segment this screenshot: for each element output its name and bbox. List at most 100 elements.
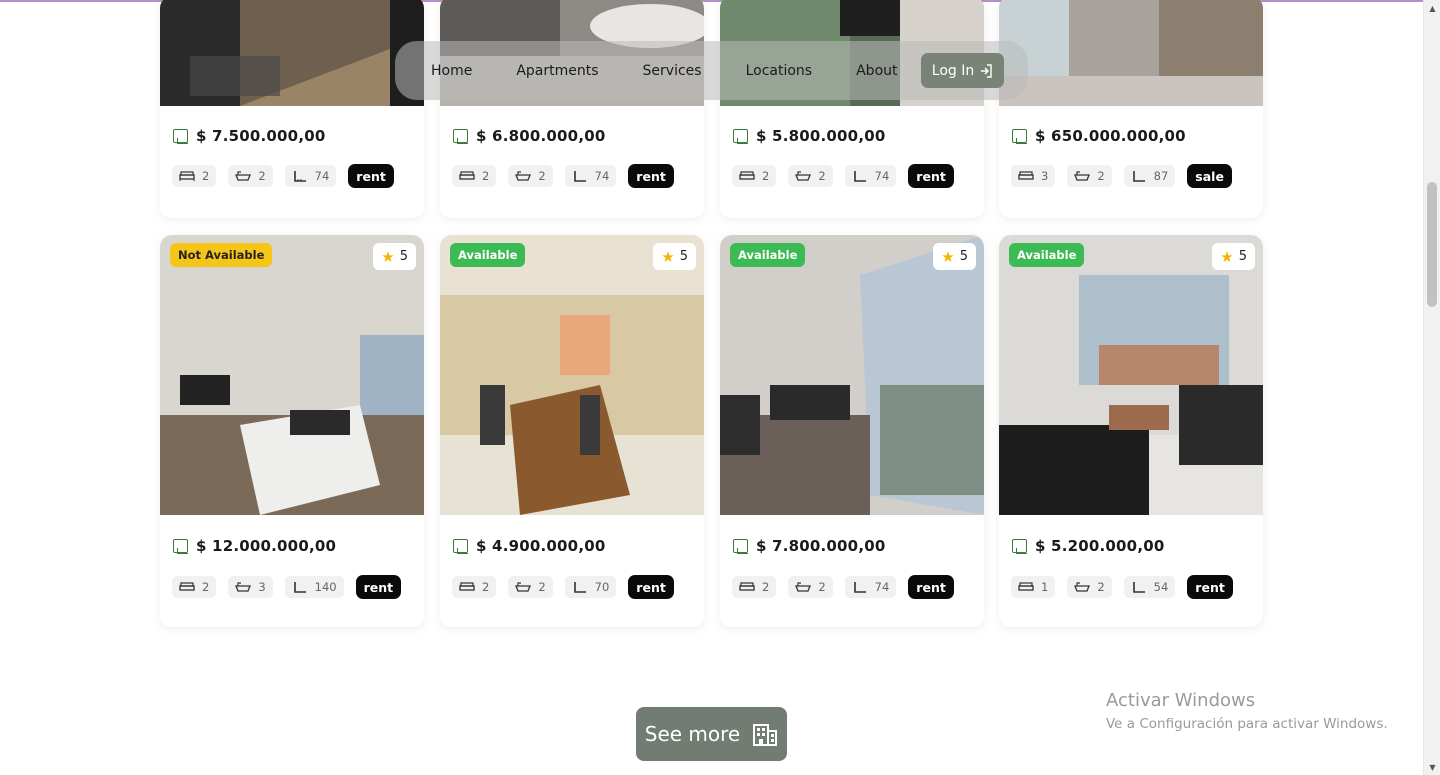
listing-card[interactable]: Available ★ 5 $ 7.800.000,00 2 2 74 rent [720, 235, 984, 627]
listing-card[interactable]: $ 650.000.000,00 3 2 87 sale [999, 0, 1263, 218]
bathrooms-chip: 2 [508, 576, 553, 598]
bathrooms-count: 2 [1097, 169, 1105, 183]
bedrooms-chip: 2 [172, 165, 217, 187]
bedrooms-chip: 1 [1011, 576, 1056, 598]
listing-photo[interactable]: Available ★ 5 [440, 235, 704, 515]
availability-badge: Available [730, 243, 806, 267]
bathtub-icon [795, 171, 812, 181]
listing-card[interactable]: Available ★ 5 $ 5.200.000,00 1 2 54 rent [999, 235, 1263, 627]
bathrooms-chip: 2 [1067, 576, 1112, 598]
bedrooms-chip: 2 [452, 165, 497, 187]
bathrooms-chip: 2 [788, 576, 833, 598]
nav-about[interactable]: About [856, 63, 897, 79]
bedrooms-count: 2 [202, 580, 210, 594]
bathrooms-count: 2 [818, 580, 826, 594]
price-row: $ 7.500.000,00 [173, 127, 326, 145]
bathrooms-count: 3 [258, 580, 266, 594]
rating-badge: ★ 5 [653, 243, 696, 270]
listing-type-tag: rent [908, 575, 954, 599]
login-label: Log In [931, 62, 975, 79]
bed-icon [1018, 582, 1034, 591]
money-icon [1012, 539, 1027, 554]
price-row: $ 650.000.000,00 [1012, 127, 1186, 145]
bedrooms-count: 2 [202, 169, 210, 183]
price-row: $ 4.900.000,00 [453, 537, 606, 555]
listing-meta: 2 2 74 rent [732, 164, 954, 188]
bathtub-icon [1074, 171, 1091, 181]
price: $ 6.800.000,00 [476, 127, 606, 145]
bedrooms-count: 1 [1041, 580, 1049, 594]
listing-card[interactable]: $ 7.500.000,00 2 2 74 rent [160, 0, 424, 218]
bathtub-icon [515, 171, 532, 181]
listing-photo[interactable]: Available ★ 5 [720, 235, 984, 515]
bedrooms-count: 2 [762, 169, 770, 183]
bed-icon [1018, 171, 1034, 180]
listing-photo[interactable]: Available ★ 5 [999, 235, 1263, 515]
area-value: 87 [1153, 169, 1169, 183]
nav-locations[interactable]: Locations [746, 63, 813, 79]
nav-services[interactable]: Services [643, 63, 702, 79]
area-ruler-icon [1132, 582, 1145, 593]
area-value: 70 [594, 580, 610, 594]
bedrooms-count: 2 [762, 580, 770, 594]
listing-photo[interactable] [999, 0, 1263, 106]
see-more-button[interactable]: See more [636, 707, 787, 761]
listing-photo[interactable]: Not Available ★ 5 [160, 235, 424, 515]
building-icon [753, 724, 778, 746]
area-ruler-icon [573, 171, 586, 182]
listing-meta: 2 2 74 rent [732, 575, 954, 599]
scrollbar-thumb[interactable] [1427, 182, 1437, 307]
login-button[interactable]: Log In [921, 53, 1004, 88]
availability-badge: Available [450, 243, 526, 267]
listing-card[interactable]: Available ★ 5 $ 4.900.000,00 2 2 70 rent [440, 235, 704, 627]
star-icon: ★ [381, 247, 395, 266]
listing-card[interactable]: $ 6.800.000,00 2 2 74 rent [440, 0, 704, 218]
bathtub-icon [515, 582, 532, 592]
listing-card[interactable]: $ 5.800.000,00 2 2 74 rent [720, 0, 984, 218]
price-row: $ 6.800.000,00 [453, 127, 606, 145]
bathtub-icon [795, 582, 812, 592]
money-icon [733, 129, 748, 144]
availability-badge: Not Available [170, 243, 273, 267]
money-icon [173, 129, 188, 144]
area-ruler-icon [293, 171, 306, 182]
bed-icon [459, 582, 475, 591]
nav-apartments[interactable]: Apartments [516, 63, 598, 79]
scroll-up-arrow-icon[interactable]: ▲ [1424, 0, 1440, 16]
vertical-scrollbar[interactable]: ▲ ▼ [1423, 0, 1440, 775]
bedrooms-count: 3 [1041, 169, 1049, 183]
nav-home[interactable]: Home [431, 63, 472, 79]
area-chip: 74 [844, 165, 897, 187]
area-chip: 74 [564, 165, 617, 187]
bathrooms-count: 2 [1097, 580, 1105, 594]
bed-icon [179, 171, 195, 181]
money-icon [1012, 129, 1027, 144]
bed-icon [739, 582, 755, 591]
listing-meta: 2 2 74 rent [452, 164, 674, 188]
bathrooms-chip: 2 [228, 165, 273, 187]
area-value: 74 [314, 169, 330, 183]
star-icon: ★ [661, 247, 675, 266]
bed-icon [459, 171, 475, 180]
price: $ 5.200.000,00 [1035, 537, 1165, 555]
price-row: $ 5.200.000,00 [1012, 537, 1165, 555]
money-icon [173, 539, 188, 554]
price-row: $ 5.800.000,00 [733, 127, 886, 145]
rating-value: 5 [399, 249, 408, 264]
bathrooms-count: 2 [818, 169, 826, 183]
listing-photo[interactable] [160, 0, 424, 106]
bathtub-icon [235, 171, 252, 181]
area-ruler-icon [293, 582, 306, 593]
bedrooms-chip: 2 [732, 576, 777, 598]
bedrooms-count: 2 [482, 580, 490, 594]
listing-card[interactable]: Not Available ★ 5 $ 12.000.000,00 2 3 14… [160, 235, 424, 627]
listing-type-tag: sale [1187, 164, 1232, 188]
bathrooms-chip: 2 [508, 165, 553, 187]
bathrooms-count: 2 [258, 169, 266, 183]
area-chip: 87 [1123, 165, 1176, 187]
bedrooms-chip: 2 [452, 576, 497, 598]
bedrooms-count: 2 [482, 169, 490, 183]
scroll-down-arrow-icon[interactable]: ▼ [1424, 759, 1440, 775]
area-ruler-icon [853, 582, 866, 593]
price: $ 7.800.000,00 [756, 537, 886, 555]
